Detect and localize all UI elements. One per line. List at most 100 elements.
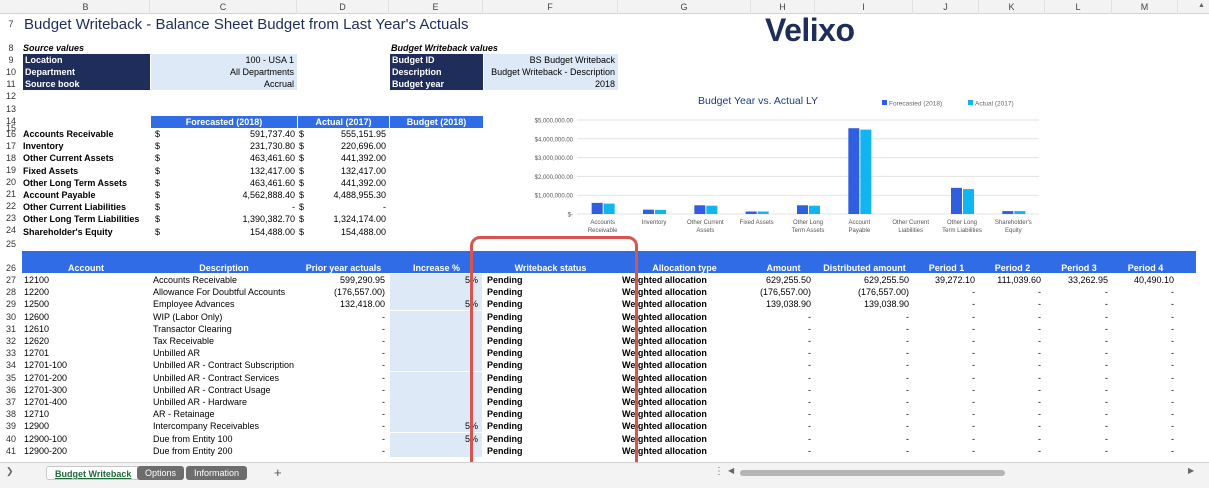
row-number[interactable]: 16 xyxy=(0,128,22,140)
column-letter[interactable]: C xyxy=(150,0,297,14)
table-cell-amount: 629,255.50 xyxy=(765,275,811,285)
row-number[interactable]: 41 xyxy=(0,445,22,457)
column-letter[interactable]: M xyxy=(1112,0,1178,14)
table-cell-p3: - xyxy=(1105,287,1108,298)
row-number[interactable]: 37 xyxy=(0,396,22,408)
table-column-header[interactable]: Amount xyxy=(752,262,815,274)
row-number[interactable]: 19 xyxy=(0,164,22,176)
bar xyxy=(860,129,872,214)
row-number[interactable]: 39 xyxy=(0,420,22,432)
table-cell-inc[interactable]: 5% xyxy=(390,420,482,432)
table-cell-inc[interactable] xyxy=(390,359,482,371)
add-sheet-button[interactable]: + xyxy=(274,465,282,480)
table-column-header[interactable]: Period 2 xyxy=(980,262,1045,274)
horizontal-scrollbar[interactable] xyxy=(740,470,1005,476)
writeback-value-field[interactable]: 2018 xyxy=(484,78,618,90)
table-cell-p3: - xyxy=(1105,384,1108,395)
row-number[interactable]: 28 xyxy=(0,286,22,298)
row-number[interactable]: 35 xyxy=(0,372,22,384)
table-cell-inc[interactable] xyxy=(390,396,482,408)
row-number[interactable]: 20 xyxy=(0,176,22,188)
source-value-field[interactable]: All Departments xyxy=(151,66,297,78)
table-column-header[interactable]: Account xyxy=(22,262,150,274)
row-number[interactable]: 34 xyxy=(0,359,22,371)
table-column-header[interactable]: Period 3 xyxy=(1046,262,1112,274)
scroll-left-arrow-icon[interactable]: ◀ xyxy=(728,466,734,475)
table-cell-dist: - xyxy=(906,372,909,383)
column-letter[interactable]: L xyxy=(1045,0,1112,14)
table-cell-p3: 33,262.95 xyxy=(1067,275,1108,285)
table-cell-inc[interactable] xyxy=(390,347,482,359)
column-letter[interactable]: F xyxy=(483,0,618,14)
table-cell-inc[interactable] xyxy=(390,323,482,335)
row-number[interactable]: 24 xyxy=(0,224,22,236)
row-number[interactable]: 9 xyxy=(0,54,22,66)
row-number[interactable]: 22 xyxy=(0,200,22,212)
table-column-header[interactable]: Period 1 xyxy=(914,262,979,274)
sheet-tab-options[interactable]: Options xyxy=(137,466,185,480)
row-number[interactable]: 18 xyxy=(0,152,22,164)
table-cell-inc[interactable] xyxy=(390,372,482,384)
row-number[interactable]: 10 xyxy=(0,66,22,78)
table-column-header[interactable]: Description xyxy=(151,262,297,274)
sheet-tab-budget-writeback[interactable]: Budget Writeback xyxy=(46,466,141,480)
bar xyxy=(963,189,974,214)
writeback-value-field[interactable]: BS Budget Writeback xyxy=(484,54,618,66)
table-cell-inc[interactable]: 5% xyxy=(390,433,482,445)
column-letter[interactable]: E xyxy=(389,0,483,14)
column-letter[interactable]: J xyxy=(913,0,979,14)
table-cell-dist: 139,038.90 xyxy=(863,299,909,310)
row-number[interactable]: 31 xyxy=(0,323,22,335)
forecast-value: 231,730.80 xyxy=(249,141,295,152)
table-column-header[interactable]: Prior year actuals xyxy=(298,262,389,274)
row-number[interactable]: 12 xyxy=(0,90,22,102)
row-number[interactable]: 11 xyxy=(0,78,22,90)
source-value-field[interactable]: 100 - USA 1 xyxy=(151,54,297,66)
row-number[interactable]: 32 xyxy=(0,335,22,347)
currency-symbol: $ xyxy=(155,165,161,176)
table-cell-prior: - xyxy=(382,421,385,432)
table-cell-p1: - xyxy=(972,433,975,444)
column-letter[interactable]: K xyxy=(979,0,1045,14)
table-cell-inc[interactable] xyxy=(390,384,482,396)
currency-symbol: $ xyxy=(299,190,305,200)
table-cell-inc[interactable] xyxy=(390,408,482,420)
column-letter[interactable]: G xyxy=(618,0,751,14)
column-letter[interactable]: D xyxy=(297,0,389,14)
row-number[interactable]: 21 xyxy=(0,188,22,200)
row-number[interactable]: 40 xyxy=(0,433,22,445)
row-number[interactable]: 17 xyxy=(0,140,22,152)
table-cell-account: 12701-200 xyxy=(24,372,68,383)
row-number[interactable]: 29 xyxy=(0,298,22,310)
scroll-right-arrow-icon[interactable]: ▶ xyxy=(1188,466,1194,475)
source-value-field[interactable]: Accrual xyxy=(151,78,297,90)
row-number[interactable]: 8 xyxy=(0,42,22,54)
table-column-header[interactable]: Period 4 xyxy=(1113,262,1178,274)
row-number[interactable]: 33 xyxy=(0,347,22,359)
table-cell-inc[interactable] xyxy=(390,311,482,323)
row-number[interactable]: 7 xyxy=(0,18,22,30)
sheet-tab-information[interactable]: Information xyxy=(186,466,248,480)
row-number[interactable]: 13 xyxy=(0,103,22,115)
row-number[interactable]: 23 xyxy=(0,212,22,224)
table-cell-prior: - xyxy=(382,384,385,395)
table-column-header[interactable]: Distributed amount xyxy=(816,262,913,274)
column-letter[interactable]: B xyxy=(22,0,150,14)
table-cell-inc[interactable]: 5% xyxy=(390,274,482,286)
scroll-up-arrow-icon[interactable]: ▲ xyxy=(1198,2,1205,9)
row-number[interactable]: 38 xyxy=(0,408,22,420)
table-cell-inc[interactable] xyxy=(390,445,482,457)
tab-splitter-icon[interactable]: ⋮ xyxy=(714,466,724,477)
row-number[interactable]: 25 xyxy=(0,238,22,250)
table-cell-desc: Allowance For Doubtful Accounts xyxy=(153,287,286,298)
row-number[interactable]: 30 xyxy=(0,311,22,323)
row-number[interactable]: 36 xyxy=(0,384,22,396)
row-number[interactable]: 26 xyxy=(0,262,22,274)
row-number[interactable]: 27 xyxy=(0,274,22,286)
prev-sheet-arrow-icon[interactable]: ❯ xyxy=(6,466,14,477)
table-cell-inc[interactable] xyxy=(390,335,482,347)
table-cell-desc: Unbilled AR - Hardware xyxy=(153,397,248,407)
table-cell-inc[interactable]: 5% xyxy=(390,298,482,310)
writeback-value-field[interactable]: Budget Writeback - Description xyxy=(484,66,618,78)
table-cell-inc[interactable] xyxy=(390,286,482,298)
